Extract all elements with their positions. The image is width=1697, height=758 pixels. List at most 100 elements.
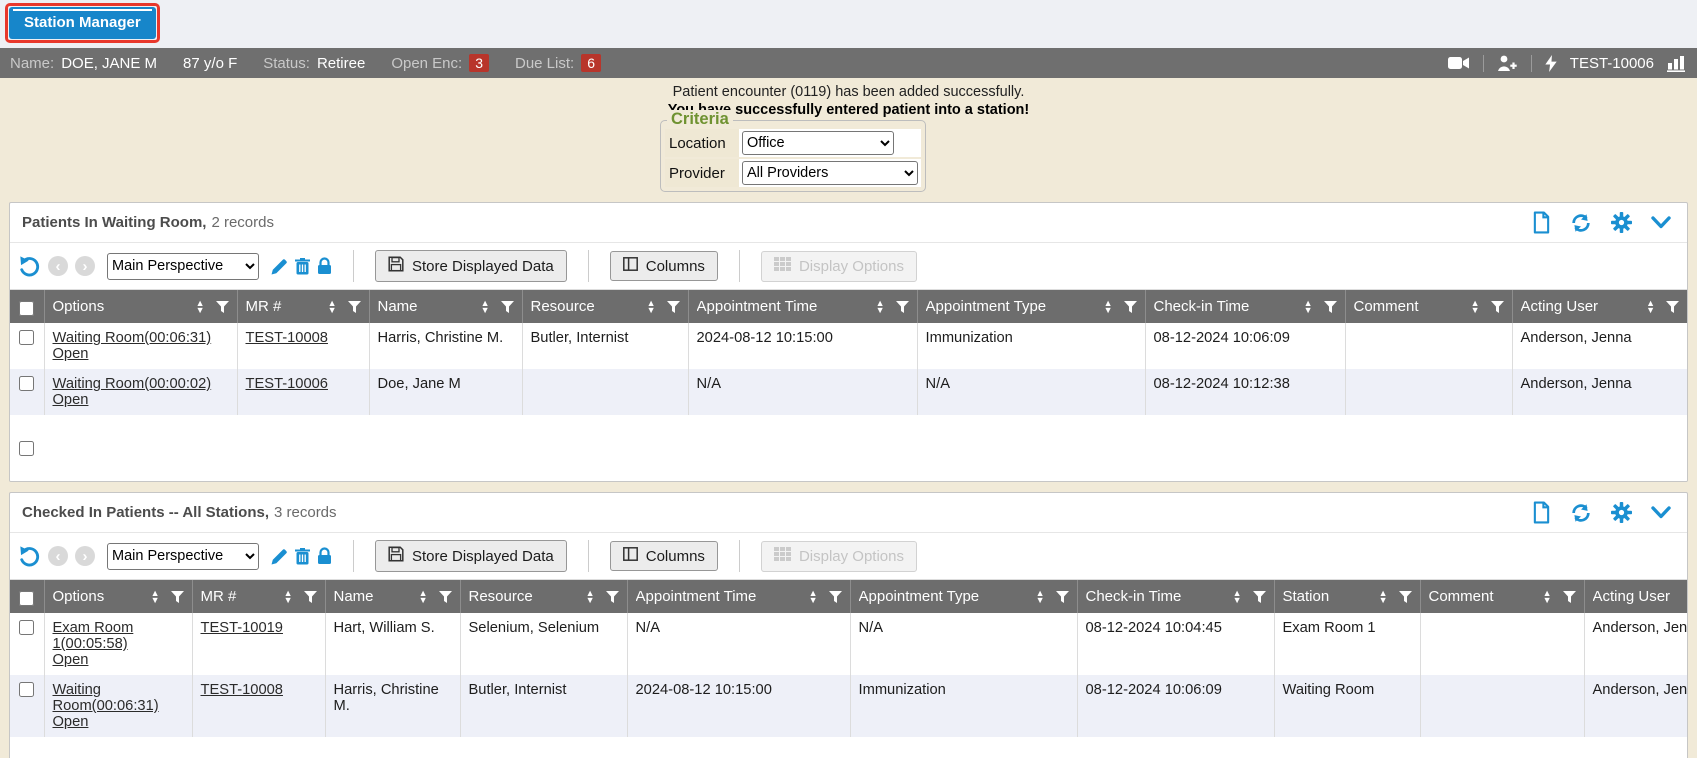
columns-button[interactable]: Columns bbox=[610, 251, 718, 281]
due-list-badge[interactable]: 6 bbox=[581, 54, 601, 72]
column-header-appointment-time[interactable]: Appointment Time▲▼ bbox=[688, 290, 917, 323]
lock-icon[interactable] bbox=[317, 547, 332, 565]
perspective-select[interactable]: Main Perspective bbox=[107, 543, 259, 570]
tab-station-manager[interactable]: Station Manager bbox=[9, 7, 156, 39]
undo-icon[interactable] bbox=[18, 545, 41, 567]
sort-icon[interactable]: ▲▼ bbox=[1646, 300, 1655, 314]
column-header-checkin-time[interactable]: Check-in Time▲▼ bbox=[1077, 580, 1274, 613]
sort-icon[interactable]: ▲▼ bbox=[1036, 590, 1045, 604]
column-header-resource[interactable]: Resource▲▼ bbox=[460, 580, 627, 613]
lock-icon[interactable] bbox=[317, 257, 332, 275]
filter-icon[interactable] bbox=[1124, 301, 1137, 313]
column-header-name[interactable]: Name▲▼ bbox=[325, 580, 460, 613]
column-header-name[interactable]: Name▲▼ bbox=[369, 290, 522, 323]
sort-icon[interactable]: ▲▼ bbox=[151, 590, 160, 604]
sort-icon[interactable]: ▲▼ bbox=[1543, 590, 1552, 604]
filter-icon[interactable] bbox=[171, 591, 184, 603]
video-camera-icon[interactable] bbox=[1448, 56, 1470, 70]
filter-icon[interactable] bbox=[1399, 591, 1412, 603]
sort-icon[interactable]: ▲▼ bbox=[419, 590, 428, 604]
sort-icon[interactable]: ▲▼ bbox=[647, 300, 656, 314]
open-link[interactable]: Open bbox=[53, 714, 89, 730]
column-header-acting-user[interactable]: Acting User▲▼ bbox=[1584, 580, 1688, 613]
undo-icon[interactable] bbox=[18, 255, 41, 277]
person-add-icon[interactable] bbox=[1497, 55, 1518, 71]
column-header-appointment-time[interactable]: Appointment Time▲▼ bbox=[627, 580, 850, 613]
station-link[interactable]: Waiting Room(00:00:02) bbox=[53, 376, 212, 392]
sort-icon[interactable]: ▲▼ bbox=[1233, 590, 1242, 604]
lightning-icon[interactable] bbox=[1545, 55, 1557, 72]
sort-icon[interactable]: ▲▼ bbox=[1104, 300, 1113, 314]
sort-icon[interactable]: ▲▼ bbox=[876, 300, 885, 314]
mr-link[interactable]: TEST-10008 bbox=[201, 682, 283, 698]
column-header-mr[interactable]: MR #▲▼ bbox=[192, 580, 325, 613]
sort-icon[interactable]: ▲▼ bbox=[586, 590, 595, 604]
sort-icon[interactable]: ▲▼ bbox=[196, 300, 205, 314]
perspective-select[interactable]: Main Perspective bbox=[107, 253, 259, 280]
column-header-checkin-time[interactable]: Check-in Time▲▼ bbox=[1145, 290, 1345, 323]
filter-icon[interactable] bbox=[1253, 591, 1266, 603]
filter-icon[interactable] bbox=[829, 591, 842, 603]
pencil-icon[interactable] bbox=[271, 258, 288, 275]
column-header-mr[interactable]: MR #▲▼ bbox=[237, 290, 369, 323]
column-header-options[interactable]: Options▲▼ bbox=[44, 580, 192, 613]
filter-icon[interactable] bbox=[667, 301, 680, 313]
gear-icon[interactable] bbox=[1611, 502, 1632, 523]
filter-icon[interactable] bbox=[1324, 301, 1337, 313]
filter-icon[interactable] bbox=[1563, 591, 1576, 603]
filter-icon[interactable] bbox=[304, 591, 317, 603]
sort-icon[interactable]: ▲▼ bbox=[1471, 300, 1480, 314]
column-header-acting-user[interactable]: Acting User▲▼ bbox=[1512, 290, 1687, 323]
column-header-comment[interactable]: Comment▲▼ bbox=[1345, 290, 1512, 323]
bar-chart-icon[interactable] bbox=[1667, 54, 1687, 72]
filter-icon[interactable] bbox=[606, 591, 619, 603]
refresh-icon[interactable] bbox=[1570, 502, 1592, 524]
refresh-icon[interactable] bbox=[1570, 212, 1592, 234]
filter-icon[interactable] bbox=[501, 301, 514, 313]
column-header-resource[interactable]: Resource▲▼ bbox=[522, 290, 688, 323]
select-all-checkbox[interactable] bbox=[19, 591, 34, 606]
open-link[interactable]: Open bbox=[53, 346, 89, 362]
sort-icon[interactable]: ▲▼ bbox=[481, 300, 490, 314]
sort-icon[interactable]: ▲▼ bbox=[809, 590, 818, 604]
open-enc-badge[interactable]: 3 bbox=[469, 54, 489, 72]
footer-checkbox[interactable] bbox=[19, 441, 34, 456]
column-header-appointment-type[interactable]: Appointment Type▲▼ bbox=[917, 290, 1145, 323]
pencil-icon[interactable] bbox=[271, 548, 288, 565]
filter-icon[interactable] bbox=[1491, 301, 1504, 313]
column-header-comment[interactable]: Comment▲▼ bbox=[1420, 580, 1584, 613]
station-link[interactable]: Waiting Room(00:06:31) bbox=[53, 682, 184, 714]
open-link[interactable]: Open bbox=[53, 392, 89, 408]
gear-icon[interactable] bbox=[1611, 212, 1632, 233]
columns-button[interactable]: Columns bbox=[610, 541, 718, 571]
column-header-options[interactable]: Options▲▼ bbox=[44, 290, 237, 323]
prev-icon[interactable]: ‹ bbox=[48, 256, 68, 276]
row-checkbox[interactable] bbox=[19, 620, 34, 635]
next-icon[interactable]: › bbox=[75, 256, 95, 276]
filter-icon[interactable] bbox=[1056, 591, 1069, 603]
store-displayed-data-button[interactable]: Store Displayed Data bbox=[375, 250, 567, 282]
filter-icon[interactable] bbox=[439, 591, 452, 603]
station-link[interactable]: Waiting Room(00:06:31) bbox=[53, 330, 212, 346]
sort-icon[interactable]: ▲▼ bbox=[328, 300, 337, 314]
provider-select[interactable]: All Providers bbox=[742, 161, 918, 185]
sort-icon[interactable]: ▲▼ bbox=[1304, 300, 1313, 314]
mr-link[interactable]: TEST-10019 bbox=[201, 620, 283, 636]
filter-icon[interactable] bbox=[216, 301, 229, 313]
select-all-checkbox[interactable] bbox=[19, 301, 34, 316]
trash-icon[interactable] bbox=[295, 258, 310, 275]
trash-icon[interactable] bbox=[295, 548, 310, 565]
collapse-chevron-icon[interactable] bbox=[1651, 506, 1671, 519]
location-select[interactable]: Office bbox=[742, 131, 894, 155]
mr-link[interactable]: TEST-10006 bbox=[246, 376, 328, 392]
filter-icon[interactable] bbox=[896, 301, 909, 313]
row-checkbox[interactable] bbox=[19, 682, 34, 697]
column-header-station[interactable]: Station▲▼ bbox=[1274, 580, 1420, 613]
sort-icon[interactable]: ▲▼ bbox=[284, 590, 293, 604]
new-file-icon[interactable] bbox=[1532, 501, 1551, 524]
next-icon[interactable]: › bbox=[75, 546, 95, 566]
filter-icon[interactable] bbox=[348, 301, 361, 313]
store-displayed-data-button[interactable]: Store Displayed Data bbox=[375, 540, 567, 572]
prev-icon[interactable]: ‹ bbox=[48, 546, 68, 566]
row-checkbox[interactable] bbox=[19, 376, 34, 391]
